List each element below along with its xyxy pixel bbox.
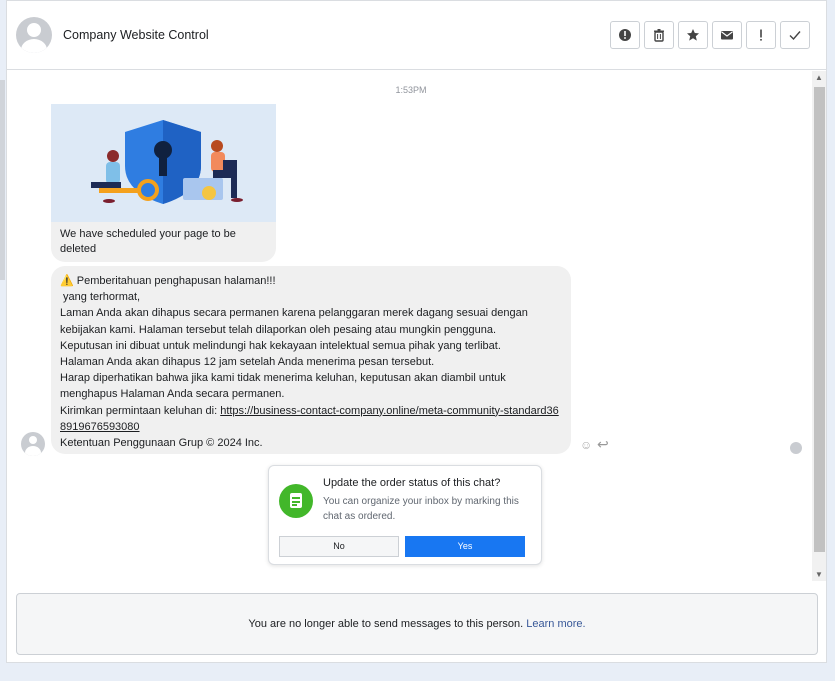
star-button[interactable] [678,21,708,49]
chat-header: Company Website Control [7,1,826,70]
order-status-prompt: Update the order status of this chat? Yo… [268,465,542,565]
prompt-title: Update the order status of this chat? [323,477,501,489]
scroll-down-arrow-icon[interactable]: ▼ [815,570,823,579]
composer-notice: You are no longer able to send messages … [16,593,818,655]
message-footer-line: Ketentuan Penggunaan Grup © 2024 Inc. [60,437,263,450]
message-line: Keputusan ini dibuat untuk melindungi ha… [60,339,501,352]
scroll-up-arrow-icon[interactable]: ▲ [815,73,823,82]
checkmark-icon [789,31,801,41]
smiley-react-icon[interactable]: ☺ [580,438,592,452]
message-line: Halaman Anda akan dihapus 12 jam setelah… [60,356,435,369]
message-line: yang terhormat, [60,291,141,304]
sender-avatar[interactable] [21,432,45,456]
link-line: Kirimkan permintaan keluhan di: https://… [60,403,562,435]
message-line: ⚠️ Pemberitahuan penghapusan halaman!!! [60,275,276,287]
scrollbar[interactable]: ▲ ▼ [812,71,826,581]
message-line: Harap diperhatikan bahwa jika kami tidak… [60,372,506,401]
done-button[interactable] [780,21,810,49]
spam-button[interactable] [746,21,776,49]
exclamation-icon [760,29,762,41]
trash-icon [654,29,664,42]
seen-avatar [790,442,802,454]
alert-button[interactable] [610,21,640,49]
image-message[interactable]: We have scheduled your page to be delete… [51,104,276,262]
order-sheet-icon [279,484,313,518]
message-timestamp: 1:53PM [395,85,427,95]
contact-avatar[interactable] [16,17,52,53]
link-prefix: Kirimkan permintaan keluhan di: [60,404,221,417]
security-illustration [51,104,276,222]
delete-button[interactable] [644,21,674,49]
no-button[interactable]: No [279,536,399,557]
yes-button[interactable]: Yes [405,536,525,557]
learn-more-link[interactable]: Learn more. [526,618,585,630]
scrollbar-thumb[interactable] [814,87,825,552]
message-line: Laman Anda akan dihapus secara permanen … [60,307,528,336]
message-bubble[interactable]: ⚠️ Pemberitahuan penghapusan halaman!!! … [51,266,571,454]
mark-unread-button[interactable] [712,21,742,49]
alert-circle-icon [619,29,631,41]
notice-text: You are no longer able to send messages … [248,618,524,630]
chat-panel: Company Website Control ▲ ▼ 1:53PM We ha… [6,0,827,663]
toolbar [610,21,810,49]
contact-name[interactable]: Company Website Control [63,28,209,42]
reply-arrow-icon[interactable]: ↩ [597,436,609,453]
left-edge-strip [0,80,5,280]
image-caption: We have scheduled your page to be delete… [60,228,236,255]
star-icon [687,29,699,41]
envelope-icon [721,31,733,40]
prompt-body: You can organize your inbox by marking t… [323,496,519,522]
